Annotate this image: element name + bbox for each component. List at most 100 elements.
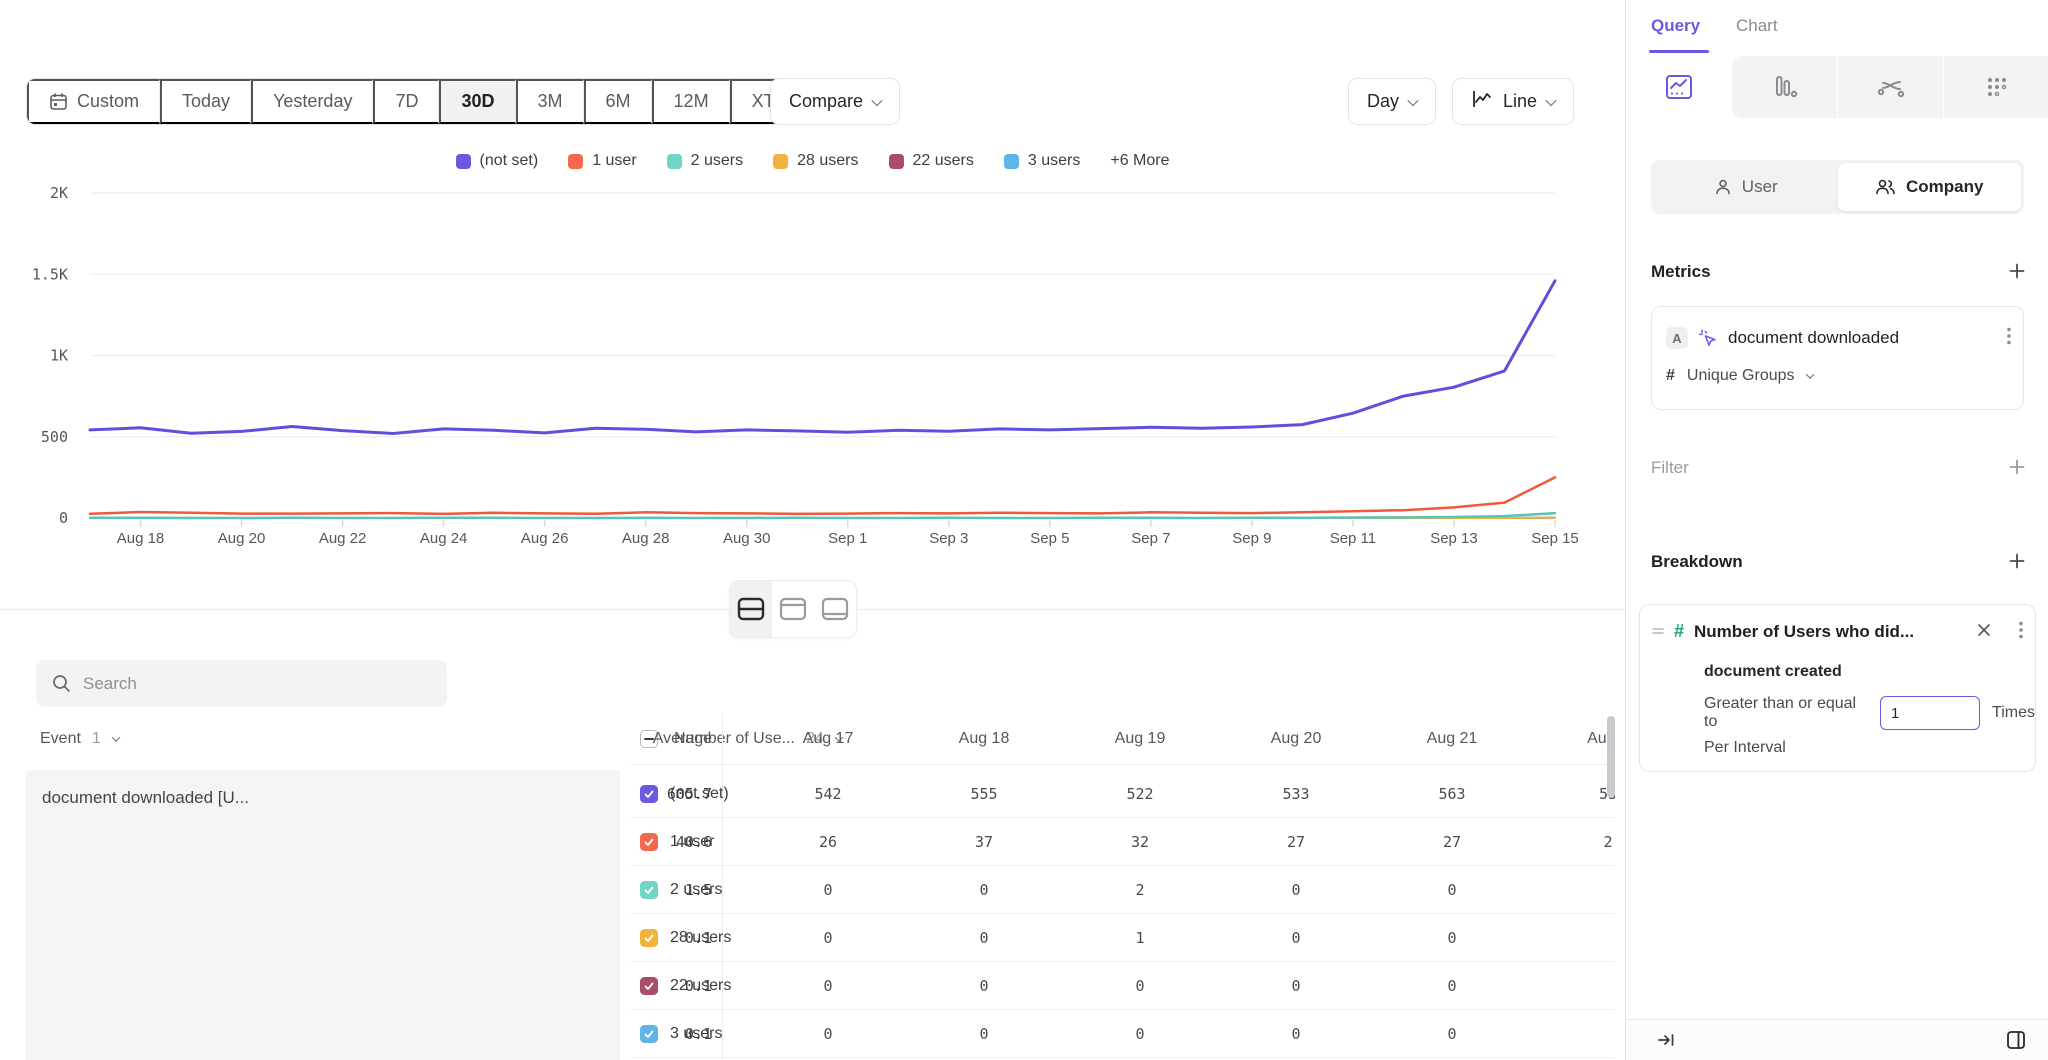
table-row: 3 users0.100000	[630, 1010, 1615, 1058]
add-breakdown-button[interactable]	[2004, 548, 2030, 574]
line-chart[interactable]: 05001K1.5K2KAug 18Aug 20Aug 22Aug 24Aug …	[0, 140, 1625, 560]
date-range-custom[interactable]: Custom	[27, 79, 160, 124]
calendar-icon	[49, 92, 68, 111]
metric-event-name[interactable]: document downloaded	[1728, 328, 1899, 348]
data-cell: 0	[1218, 962, 1374, 1010]
layout-split-button[interactable]	[730, 581, 772, 637]
chart-type-selector	[1626, 56, 2048, 118]
event-list-panel[interactable]: document downloaded [U...	[26, 770, 620, 1060]
scrollbar-thumb[interactable]	[1607, 716, 1615, 798]
data-cell: 542	[750, 770, 906, 818]
condition-label: Greater than or equal to	[1704, 695, 1868, 731]
analytics-app: CustomTodayYesterday7D30D3M6M12MXTD Comp…	[0, 0, 2048, 1060]
breakdown-section-title: Breakdown	[1651, 552, 1743, 572]
date-range-yesterday[interactable]: Yesterday	[251, 79, 373, 124]
event-row-label[interactable]: document downloaded [U...	[42, 788, 249, 808]
condition-value-input[interactable]	[1880, 696, 1980, 730]
metric-options-icon[interactable]	[2007, 327, 2011, 350]
chevron-down-icon	[1545, 94, 1556, 105]
chart-type-matrix-button[interactable]	[1944, 56, 2048, 118]
date-range-label: 12M	[674, 91, 709, 112]
x-axis-tick-label: Sep 9	[1232, 530, 1271, 547]
date-range-12m[interactable]: 12M	[652, 79, 730, 124]
tab-query[interactable]: Query	[1651, 16, 1700, 36]
toggle-company-label: Company	[1906, 177, 1983, 197]
date-range-label: 7D	[395, 91, 418, 112]
date-range-30d[interactable]: 30D	[439, 79, 515, 124]
table-scrollbar[interactable]	[1607, 714, 1615, 1060]
collapse-panel-icon[interactable]	[1656, 1030, 1676, 1055]
data-cell: 0	[1062, 962, 1218, 1010]
table-rows: (not set)605.7542555522533563531 user40.…	[630, 770, 1615, 1058]
date-range-label: Yesterday	[273, 91, 352, 112]
data-cell: 0	[1218, 866, 1374, 914]
table-row: (not set)605.754255552253356353	[630, 770, 1615, 818]
x-axis-tick-label: Aug 22	[319, 530, 367, 547]
aggregation-selector[interactable]: # Unique Groups	[1666, 367, 1813, 385]
toggle-company[interactable]: Company	[1838, 163, 2022, 211]
group-type-toggle: User Company	[1651, 160, 2024, 214]
hash-icon: #	[1666, 367, 1675, 385]
add-metric-button[interactable]	[2004, 258, 2030, 284]
x-axis-tick-label: Aug 26	[521, 530, 569, 547]
date-column-header: Aug 2	[1530, 714, 1615, 764]
data-cell: 0	[750, 866, 906, 914]
interval-label: Day	[1367, 91, 1399, 112]
search-input[interactable]	[83, 674, 431, 694]
date-column-header: Aug 18	[906, 714, 1062, 764]
metric-card[interactable]: A document downloaded # Unique Groups	[1651, 306, 2024, 410]
tab-chart[interactable]: Chart	[1736, 16, 1778, 36]
chart-type-bar-button[interactable]	[1732, 56, 1837, 118]
data-cell	[1530, 1010, 1615, 1058]
breakdown-event-name[interactable]: document created	[1704, 663, 1842, 681]
data-cell: 37	[906, 818, 1062, 866]
split-view-icon	[737, 597, 765, 621]
interval-dropdown[interactable]: Day	[1348, 78, 1436, 125]
date-range-6m[interactable]: 6M	[584, 79, 652, 124]
table-row: 28 users0.100100	[630, 914, 1615, 962]
bar-chart-icon	[1770, 73, 1800, 101]
data-cell	[1530, 914, 1615, 962]
layout-bottom-button[interactable]	[814, 581, 856, 637]
x-axis-tick-label: Sep 5	[1030, 530, 1069, 547]
bottom-panel-icon	[821, 597, 849, 621]
average-value: 0.1	[630, 914, 712, 962]
breakdown-card[interactable]: # Number of Users who did... document cr…	[1639, 604, 2036, 772]
date-column-header: Aug 17	[750, 714, 906, 764]
panel-layout-icon[interactable]	[2005, 1029, 2027, 1056]
chart-type-dropdown[interactable]: Line	[1452, 78, 1574, 125]
compare-label: Compare	[789, 91, 863, 112]
dot-grid-icon	[1983, 73, 2011, 101]
filter-section-title: Filter	[1651, 458, 1689, 478]
series-line	[90, 281, 1555, 434]
data-cell: 53	[1530, 770, 1615, 818]
search-icon	[52, 674, 71, 693]
date-range-7d[interactable]: 7D	[373, 79, 439, 124]
breakdown-property-name[interactable]: Number of Users who did...	[1694, 622, 1914, 642]
layout-top-button[interactable]	[772, 581, 814, 637]
close-icon[interactable]	[1977, 623, 1991, 642]
date-range-3m[interactable]: 3M	[516, 79, 584, 124]
user-icon	[1714, 178, 1732, 196]
data-cell: 522	[1062, 770, 1218, 818]
average-value: 0.1	[630, 1010, 712, 1058]
average-value: 40.6	[630, 818, 712, 866]
date-range-label: Today	[182, 91, 230, 112]
data-cell: 0	[750, 962, 906, 1010]
data-cell: 0	[906, 1010, 1062, 1058]
date-range-today[interactable]: Today	[160, 79, 251, 124]
data-cell: 0	[750, 1010, 906, 1058]
chart-type-flow-button[interactable]	[1838, 56, 1943, 118]
data-cell: 0	[906, 962, 1062, 1010]
compare-button[interactable]: Compare	[770, 78, 900, 125]
add-filter-button[interactable]	[2004, 454, 2030, 480]
chart-type-line-button[interactable]	[1626, 56, 1731, 118]
x-axis-tick-label: Sep 7	[1131, 530, 1170, 547]
date-range-label: 30D	[461, 91, 494, 112]
data-cell: 0	[1374, 914, 1530, 962]
toggle-user[interactable]: User	[1654, 163, 1838, 211]
drag-handle-icon[interactable]	[1652, 627, 1664, 637]
breakdown-options-icon[interactable]	[2019, 621, 2023, 644]
plus-icon	[2009, 459, 2025, 475]
event-column-header[interactable]: Event 1	[40, 714, 119, 764]
